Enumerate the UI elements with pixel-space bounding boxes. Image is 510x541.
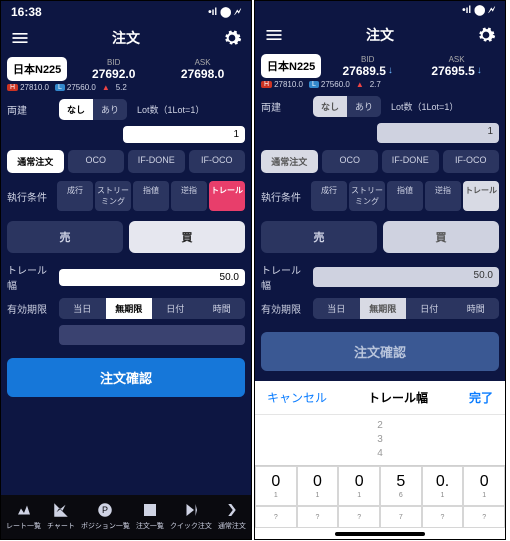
trail-input: 50.0 (313, 267, 499, 287)
confirm-button: 注文確認 (261, 332, 499, 371)
ryodate-ari[interactable]: あり (93, 99, 127, 120)
expiry-time[interactable]: 時間 (199, 298, 246, 319)
expiry-label: 有効期限 (261, 301, 309, 316)
ordtype-ifoco[interactable]: IF-OCO (189, 150, 246, 173)
exec-gyakusashi[interactable]: 逆指 (171, 181, 207, 211)
trail-label: トレール幅 (261, 262, 309, 292)
tab-rate-list[interactable]: レート一覧 (6, 501, 41, 531)
sell-button[interactable]: 売 (7, 221, 123, 253)
exec-sashine[interactable]: 指値 (133, 181, 169, 211)
gear-icon[interactable] (475, 24, 497, 46)
exec-trail[interactable]: トレール (209, 181, 245, 211)
tab-position[interactable]: Pポジション一覧 (81, 501, 130, 531)
trail-label: トレール幅 (7, 262, 55, 292)
ordtype-ifdone[interactable]: IF-DONE (128, 150, 185, 173)
picker-wheel[interactable]: 2 3 4 (255, 415, 505, 465)
ordtype-oco[interactable]: OCO (68, 150, 125, 173)
symbol-selector[interactable]: 日本N225 (7, 57, 67, 81)
ryodate-nashi: なし (313, 96, 347, 117)
ordtype-normal: 通常注文 (261, 150, 318, 173)
ask-label: ASK (160, 58, 245, 67)
high-value: 27810.0 (20, 83, 49, 92)
lot-input[interactable]: 1 (123, 126, 245, 143)
lot-label: Lot数（1Lot=1） (137, 103, 204, 116)
menu-icon[interactable] (9, 27, 31, 49)
tab-quick-order[interactable]: クイック注文 (170, 501, 212, 531)
menu-icon[interactable] (263, 24, 285, 46)
bid-price: 27689.5↓ (325, 64, 410, 78)
lot-input: 1 (377, 123, 499, 143)
high-value: 27810.0 (274, 80, 303, 89)
high-badge: H (261, 81, 272, 88)
expiry-today[interactable]: 当日 (59, 298, 106, 319)
ask-price: 27695.5↓ (414, 64, 499, 78)
buy-button: 買 (383, 221, 499, 253)
exec-nariyuki: 成行 (311, 181, 347, 211)
exec-streaming: ストリーミング (349, 181, 385, 211)
ordtype-normal[interactable]: 通常注文 (7, 150, 64, 173)
low-badge: L (309, 81, 319, 88)
low-value: 27560.0 (67, 83, 96, 92)
ryodate-label: 両建 (7, 102, 55, 117)
expiry-dated[interactable]: 日付 (152, 298, 199, 319)
expiry-detail-input[interactable] (59, 325, 245, 345)
symbol-selector[interactable]: 日本N225 (261, 54, 321, 78)
tab-normal-order[interactable]: 通常注文 (218, 501, 246, 531)
change-icon: ▲ (102, 83, 110, 92)
confirm-button[interactable]: 注文確認 (7, 358, 245, 397)
status-icons: •ıl⬤🗲 (462, 5, 495, 16)
ordtype-ifdone: IF-DONE (382, 150, 439, 173)
exec-trail: トレール (463, 181, 499, 211)
bid-label: BID (325, 55, 410, 64)
status-icons: •ıl⬤🗲 (208, 7, 241, 18)
high-badge: H (7, 84, 18, 91)
exec-sashine: 指値 (387, 181, 423, 211)
number-keypad[interactable]: 01 01 01 56 0.1 01 ? ? ? 7 ? ? (255, 465, 505, 528)
gear-icon[interactable] (221, 27, 243, 49)
change-icon: ▲ (356, 80, 364, 89)
expiry-time: 時間 (453, 298, 500, 319)
expiry-label: 有効期限 (7, 301, 55, 316)
change-value: 5.2 (116, 83, 127, 92)
expiry-today: 当日 (313, 298, 360, 319)
trail-input[interactable]: 50.0 (59, 269, 245, 286)
ryodate-ari: あり (347, 96, 381, 117)
picker-cancel[interactable]: キャンセル (267, 389, 327, 406)
ryodate-label: 両建 (261, 99, 309, 114)
picker-title: トレール幅 (368, 389, 428, 406)
low-value: 27560.0 (321, 80, 350, 89)
picker-done[interactable]: 完了 (469, 389, 493, 406)
ryodate-nashi[interactable]: なし (59, 99, 93, 120)
expiry-dated: 日付 (406, 298, 453, 319)
tab-order-list[interactable]: 注文一覧 (136, 501, 164, 531)
lot-label: Lot数（1Lot=1） (391, 100, 458, 113)
page-title: 注文 (112, 28, 140, 48)
tab-chart[interactable]: チャート (47, 501, 75, 531)
home-indicator (335, 532, 425, 536)
bid-label: BID (71, 58, 156, 67)
ordtype-oco: OCO (322, 150, 379, 173)
expiry-unlimited: 無期限 (360, 298, 407, 319)
ask-price: 27698.0 (160, 67, 245, 81)
change-value: 2.7 (370, 80, 381, 89)
bid-price: 27692.0 (71, 67, 156, 81)
exec-streaming[interactable]: ストリーミング (95, 181, 131, 211)
buy-button[interactable]: 買 (129, 221, 245, 253)
sell-button: 売 (261, 221, 377, 253)
exec-label: 執行条件 (7, 189, 55, 204)
status-time: 16:38 (11, 5, 42, 19)
svg-text:P: P (102, 505, 108, 515)
exec-gyakusashi: 逆指 (425, 181, 461, 211)
ask-label: ASK (414, 55, 499, 64)
ordtype-ifoco: IF-OCO (443, 150, 500, 173)
page-title: 注文 (366, 25, 394, 45)
expiry-unlimited[interactable]: 無期限 (106, 298, 153, 319)
exec-nariyuki[interactable]: 成行 (57, 181, 93, 211)
low-badge: L (55, 84, 65, 91)
exec-label: 執行条件 (261, 189, 309, 204)
